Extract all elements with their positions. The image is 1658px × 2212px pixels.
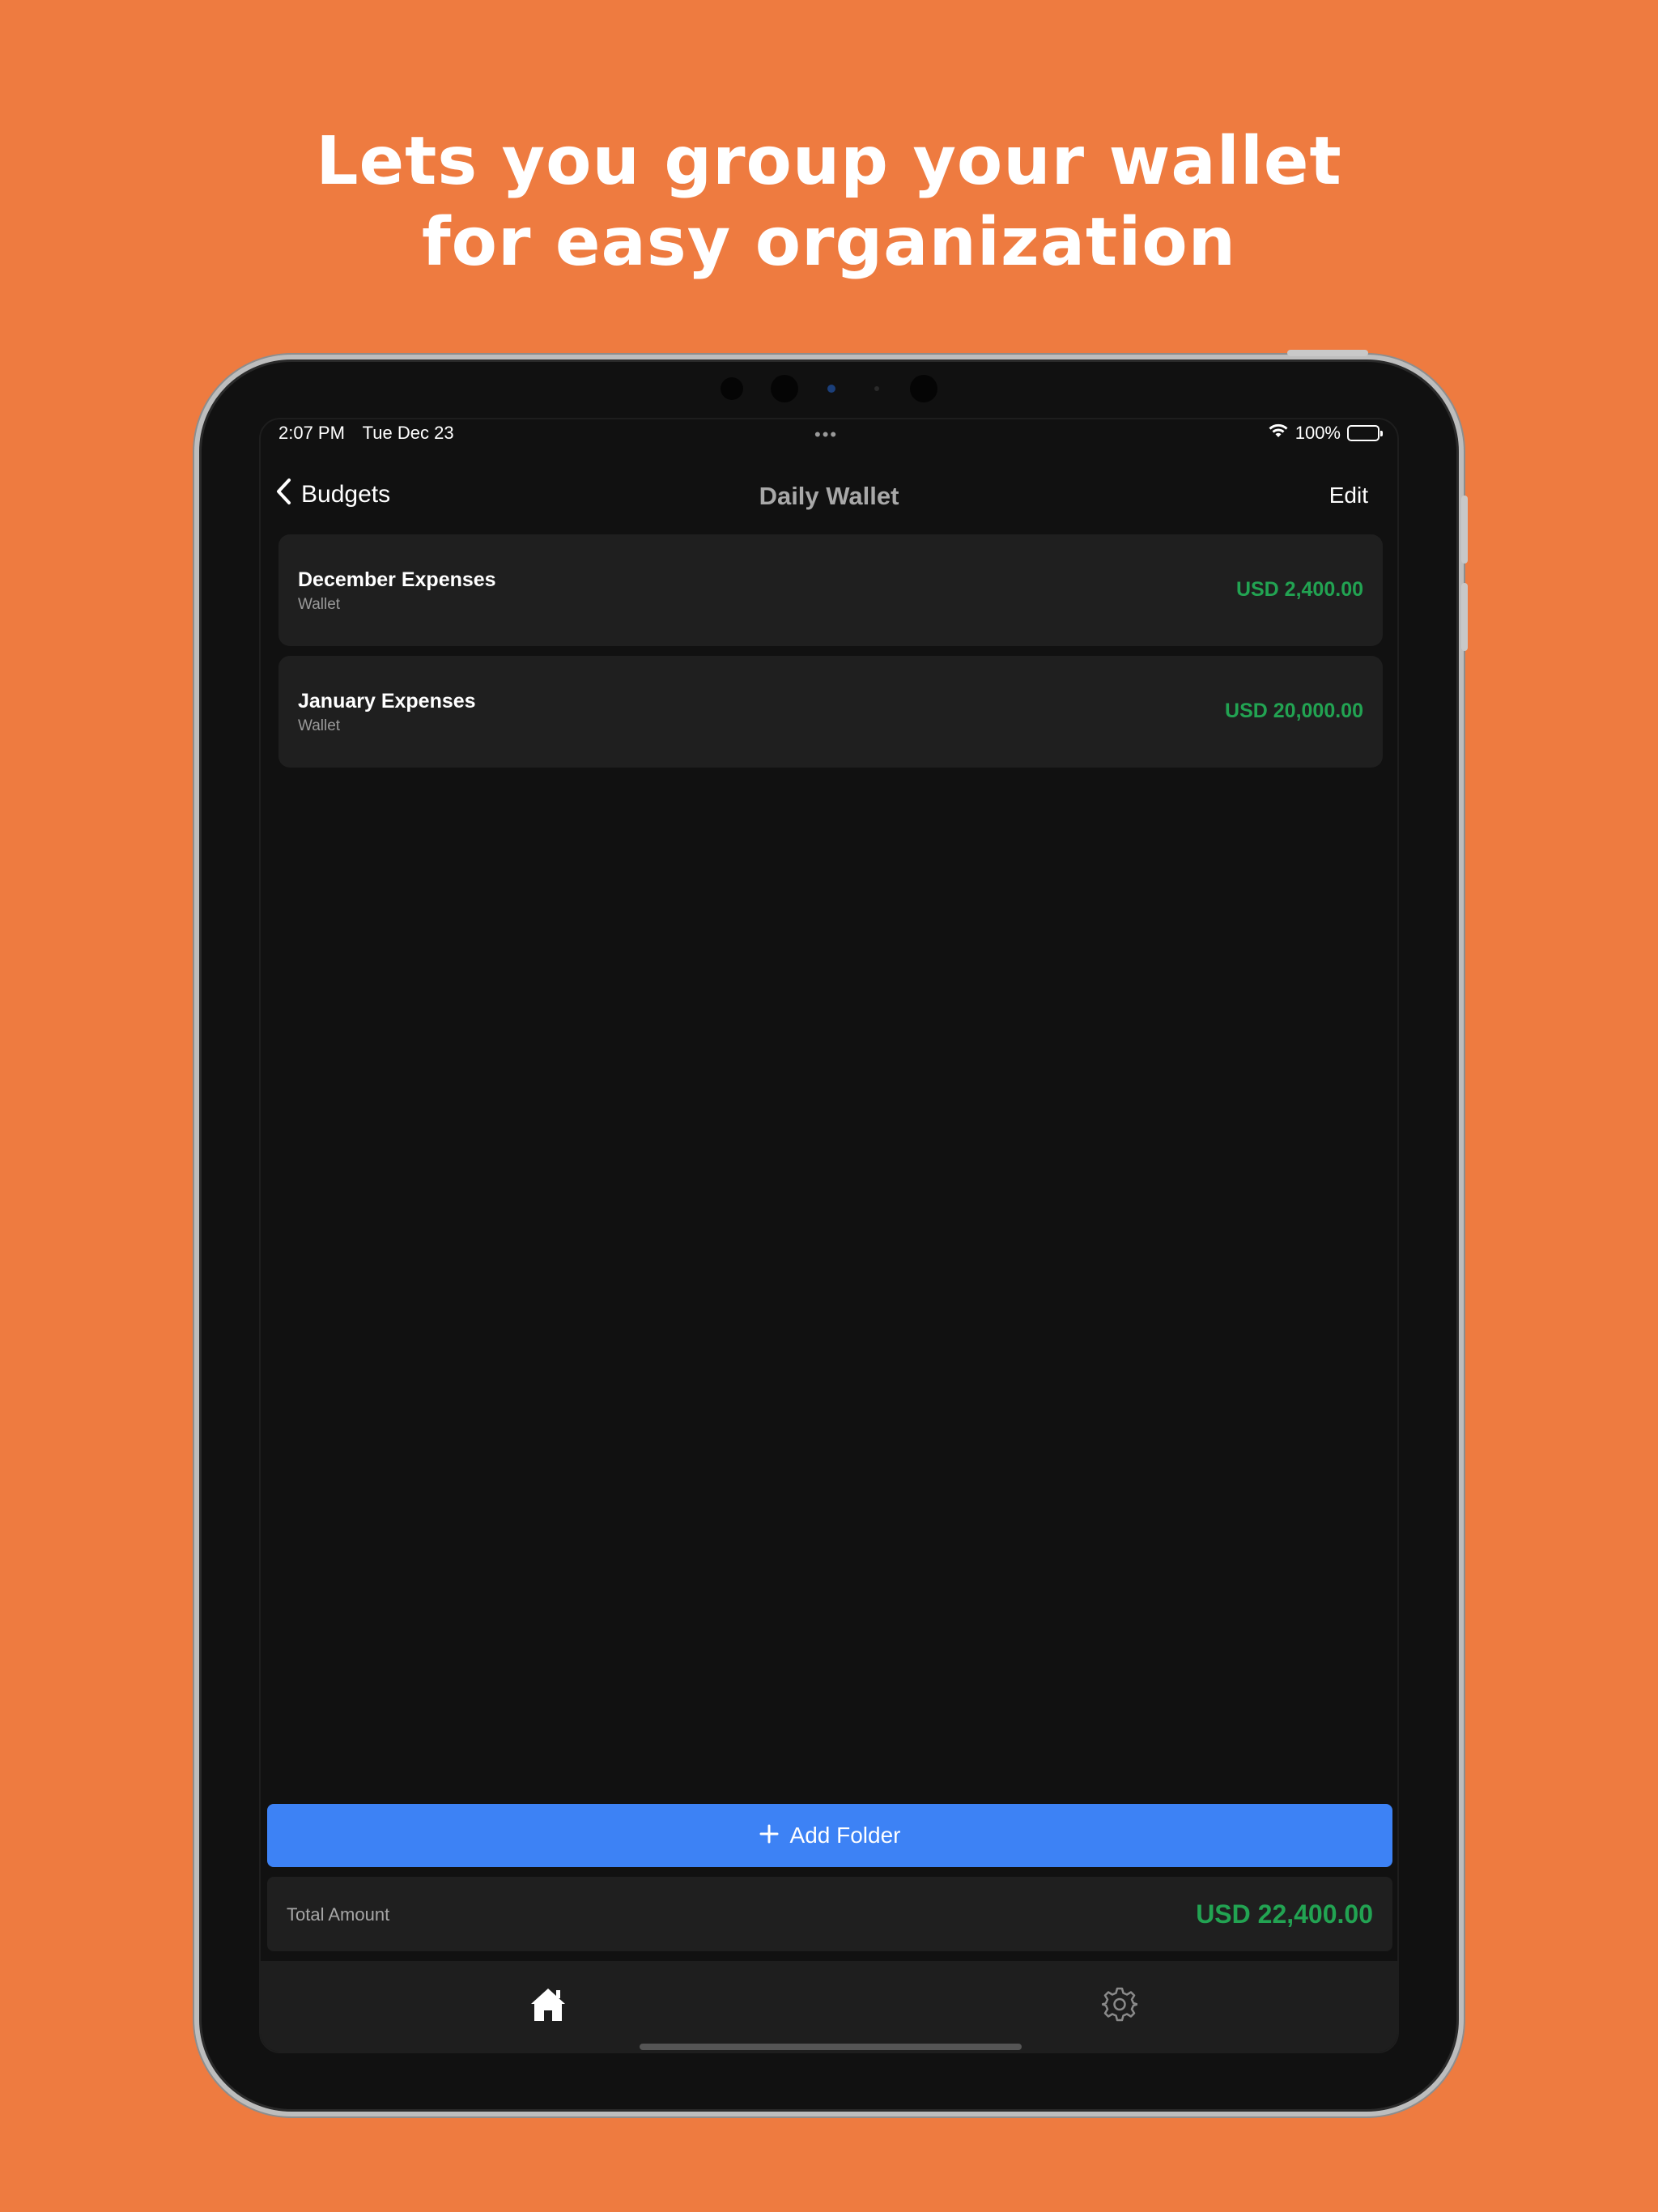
folder-card-december[interactable]: December Expenses Wallet USD 2,400.00 (278, 534, 1383, 646)
volume-up-button (1461, 496, 1468, 564)
front-camera (827, 385, 835, 393)
total-value: USD 22,400.00 (1196, 1899, 1373, 1929)
tab-bar (261, 1961, 1397, 2052)
home-indicator[interactable] (640, 2044, 1022, 2050)
total-label: Total Amount (287, 1904, 390, 1925)
home-icon (529, 1985, 568, 2027)
folder-amount: USD 2,400.00 (1235, 578, 1363, 601)
battery-percent: 100% (1295, 423, 1341, 443)
headline-line-2: for easy organization (421, 204, 1237, 281)
page-title: Daily Wallet (759, 482, 899, 510)
folder-type: Wallet (298, 596, 341, 613)
headline: Lets you group your wallet for easy orga… (0, 121, 1658, 283)
plus-icon (759, 1819, 779, 1848)
camera-sensor (874, 386, 879, 391)
folder-type: Wallet (298, 717, 341, 734)
volume-down-button (1461, 583, 1468, 651)
gear-icon (1101, 1986, 1139, 2026)
app-screen: 2:07 PM Tue Dec 23 ••• 100% Budgets Dail… (259, 418, 1399, 2053)
headline-line-1: Lets you group your wallet (316, 123, 1342, 200)
wifi-icon (1268, 423, 1289, 444)
status-bar: 2:07 PM Tue Dec 23 ••• 100% (261, 419, 1397, 445)
tab-settings[interactable] (1091, 1977, 1148, 2034)
camera-sensor (771, 375, 798, 402)
edit-button[interactable]: Edit (1329, 483, 1368, 508)
navigation-bar: Budgets Daily Wallet Edit (261, 468, 1397, 525)
camera-sensor (910, 375, 937, 402)
top-button (1287, 350, 1368, 356)
folder-name: January Expenses (298, 690, 476, 713)
folder-amount: USD 20,000.00 (1225, 700, 1363, 722)
battery-icon (1347, 425, 1383, 441)
folder-name: December Expenses (298, 568, 496, 591)
multitasking-dots[interactable]: ••• (814, 424, 838, 445)
camera-sensor (721, 377, 743, 400)
total-amount-bar: Total Amount USD 22,400.00 (267, 1877, 1392, 1951)
folder-card-january[interactable]: January Expenses Wallet USD 20,000.00 (278, 656, 1383, 768)
status-time: 2:07 PM (278, 423, 345, 443)
add-folder-label: Add Folder (789, 1823, 901, 1848)
tab-home[interactable] (520, 1977, 576, 2034)
status-date: Tue Dec 23 (362, 423, 454, 443)
add-folder-button[interactable]: Add Folder (267, 1804, 1392, 1867)
